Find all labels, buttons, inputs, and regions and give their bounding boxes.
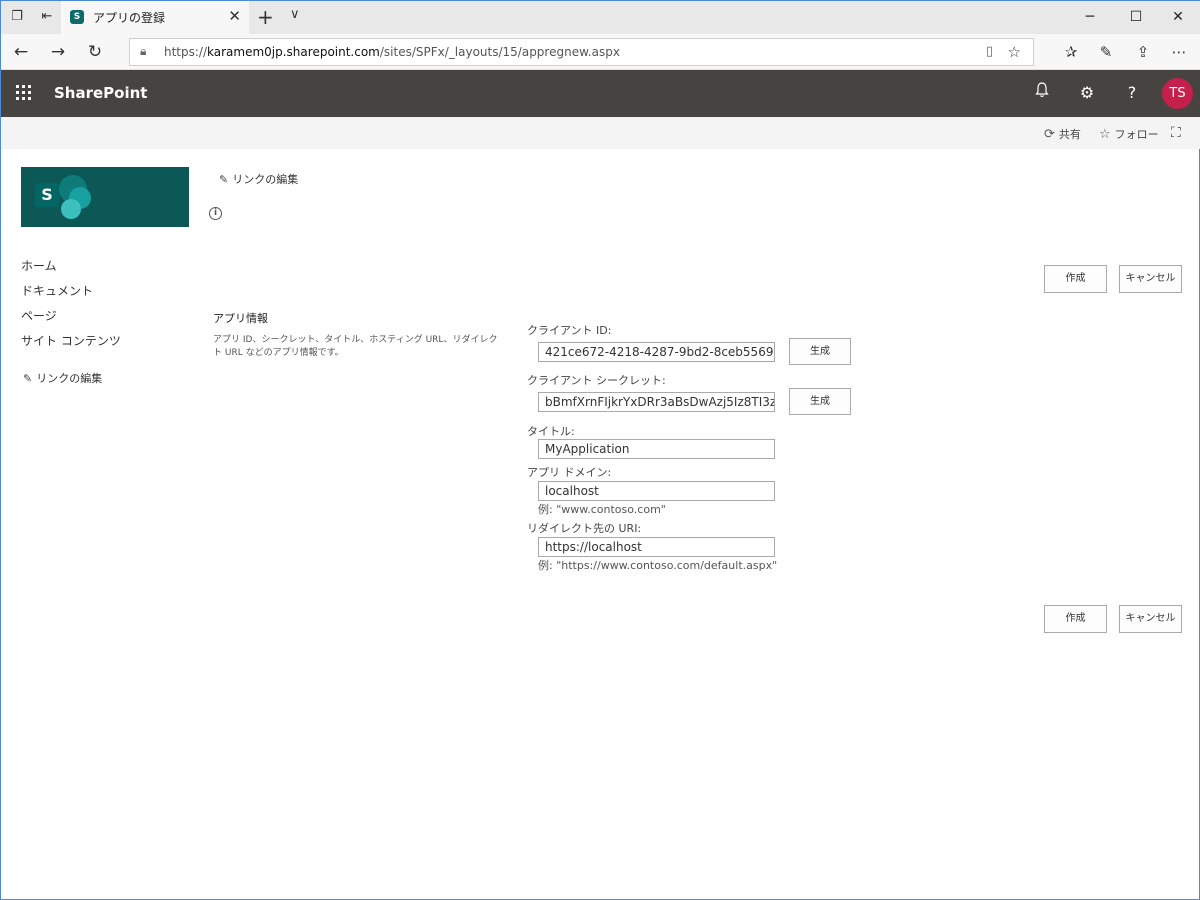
suite-bar: SharePoint ⚙ ? TS bbox=[1, 70, 1200, 117]
follow-star-icon: ☆ bbox=[1099, 127, 1111, 142]
lock-icon: 🔒︎ bbox=[140, 44, 147, 58]
tab-actions-icon[interactable]: ❐ bbox=[9, 9, 25, 25]
brand-title[interactable]: SharePoint bbox=[54, 84, 147, 102]
redirect-uri-label: リダイレクト先の URI: bbox=[527, 522, 642, 535]
navigation-bar: ← → ↻ 🔒︎ https://karamem0jp.sharepoint.c… bbox=[1, 34, 1200, 70]
create-button-bottom[interactable]: 作成 bbox=[1044, 605, 1107, 633]
title-input[interactable]: MyApplication bbox=[538, 439, 775, 459]
address-bar[interactable]: 🔒︎ https://karamem0jp.sharepoint.com/sit… bbox=[129, 38, 1034, 66]
left-navigation: ホーム ドキュメント ページ サイト コンテンツ bbox=[21, 258, 121, 358]
section-description: アプリ ID、シークレット、タイトル、ホスティング URL、リダイレクト URL… bbox=[213, 335, 498, 358]
edit-links-top[interactable]: ✎ リンクの編集 bbox=[219, 171, 298, 187]
more-icon[interactable]: ⋯ bbox=[1167, 40, 1191, 64]
favorites-hub-icon[interactable]: ✰ bbox=[1059, 40, 1083, 64]
pencil-icon: ✎ bbox=[219, 173, 229, 186]
edit-links-left[interactable]: ✎ リンクの編集 bbox=[23, 370, 102, 386]
redirect-uri-hint: 例: "https://www.contoso.com/default.aspx… bbox=[538, 559, 778, 572]
refresh-icon[interactable]: ↻ bbox=[83, 40, 107, 64]
client-id-label: クライアント ID: bbox=[527, 324, 612, 337]
nav-item-home[interactable]: ホーム bbox=[21, 258, 121, 283]
title-label: タイトル: bbox=[527, 425, 575, 438]
cancel-button-bottom[interactable]: キャンセル bbox=[1119, 605, 1182, 633]
client-id-input[interactable]: 421ce672-4218-4287-9bd2-8ceb55696fb bbox=[538, 342, 775, 362]
generate-client-id-button[interactable]: 生成 bbox=[789, 338, 851, 365]
pen-icon[interactable]: ✎ bbox=[1094, 40, 1118, 64]
nav-item-documents[interactable]: ドキュメント bbox=[21, 283, 121, 308]
close-tab-icon[interactable]: ✕ bbox=[228, 7, 241, 25]
minimize-icon[interactable]: ─ bbox=[1067, 1, 1113, 34]
generate-client-secret-button[interactable]: 生成 bbox=[789, 388, 851, 415]
nav-item-pages[interactable]: ページ bbox=[21, 308, 121, 333]
url-text: https://karamem0jp.sharepoint.com/sites/… bbox=[164, 45, 620, 59]
help-icon[interactable]: ? bbox=[1121, 82, 1143, 104]
close-window-icon[interactable]: ✕ bbox=[1155, 1, 1200, 34]
follow-command[interactable]: ☆ フォロー bbox=[1099, 126, 1159, 142]
pencil-icon: ✎ bbox=[23, 372, 33, 385]
sharepoint-logo-icon: S bbox=[35, 183, 59, 207]
share-command[interactable]: ⟳ 共有 bbox=[1044, 126, 1081, 142]
reading-view-icon[interactable]: ▯ bbox=[986, 44, 993, 59]
command-bar: ⟳ 共有 ☆ フォロー ⛶ bbox=[1, 117, 1200, 149]
set-aside-tabs-icon[interactable]: ⇤ bbox=[39, 9, 55, 25]
nav-item-site-contents[interactable]: サイト コンテンツ bbox=[21, 333, 121, 358]
maximize-icon[interactable]: ☐ bbox=[1113, 1, 1159, 34]
app-domain-hint: 例: "www.contoso.com" bbox=[538, 503, 666, 516]
sharepoint-favicon-icon: S bbox=[70, 10, 84, 24]
create-button-top[interactable]: 作成 bbox=[1044, 265, 1107, 293]
chevron-down-icon[interactable]: ∨ bbox=[290, 7, 300, 22]
client-secret-input[interactable]: bBmfXrnFIjkrYxDRr3aBsDwAzj5Iz8TI3zfLr bbox=[538, 392, 775, 412]
focus-mode-icon[interactable]: ⛶ bbox=[1171, 125, 1181, 141]
info-icon[interactable]: i bbox=[209, 207, 222, 220]
site-logo[interactable]: S bbox=[21, 167, 189, 227]
back-icon[interactable]: ← bbox=[9, 40, 33, 64]
active-tab[interactable]: S アプリの登録 ✕ bbox=[61, 1, 249, 34]
app-domain-input[interactable]: localhost bbox=[538, 481, 775, 501]
share-icon[interactable]: ⇪ bbox=[1131, 40, 1155, 64]
redirect-uri-input[interactable]: https://localhost bbox=[538, 537, 775, 557]
section-title: アプリ情報 bbox=[213, 312, 268, 325]
tab-bar: ❐ ⇤ S アプリの登録 ✕ + ∨ ─ ☐ ✕ bbox=[1, 1, 1200, 34]
app-launcher-icon[interactable] bbox=[16, 85, 32, 101]
settings-gear-icon[interactable]: ⚙ bbox=[1076, 82, 1098, 104]
app-domain-label: アプリ ドメイン: bbox=[527, 466, 612, 479]
browser-window: ❐ ⇤ S アプリの登録 ✕ + ∨ ─ ☐ ✕ ← → ↻ 🔒︎ https:… bbox=[0, 0, 1200, 900]
notifications-bell-icon[interactable] bbox=[1031, 82, 1053, 104]
new-tab-icon[interactable]: + bbox=[257, 5, 274, 29]
cancel-button-top[interactable]: キャンセル bbox=[1119, 265, 1182, 293]
forward-icon[interactable]: → bbox=[46, 40, 70, 64]
favorite-star-icon[interactable]: ☆ bbox=[1008, 43, 1021, 61]
tab-title: アプリの登録 bbox=[93, 11, 166, 25]
client-secret-label: クライアント シークレット: bbox=[527, 374, 666, 387]
user-avatar[interactable]: TS bbox=[1162, 78, 1193, 109]
share-sync-icon: ⟳ bbox=[1044, 127, 1055, 142]
